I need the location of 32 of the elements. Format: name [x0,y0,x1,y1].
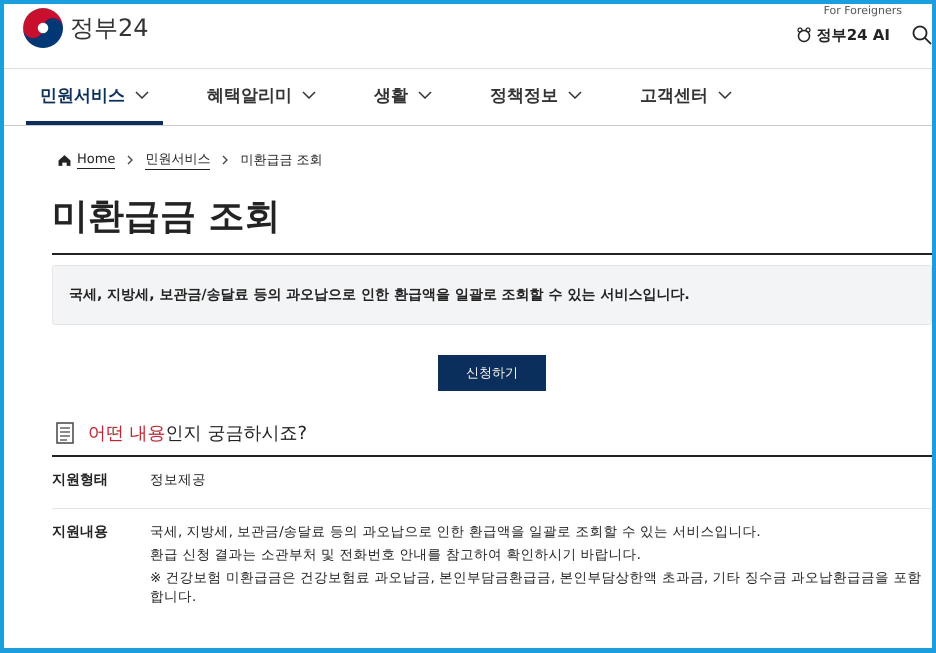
home-icon [58,154,71,166]
nav-tab[interactable]: 민원서비스 [26,69,163,125]
logo-text[interactable]: 정부24 [70,12,149,44]
page-title: 미환급금 조회 [52,192,932,255]
row-text: ※ 건강보험 미환급금은 건강보험료 과오납금, 본인부담금환급금, 본인부담상한액 초과금, 기타 징수금 과오납환급금을 포함합니다. [150,569,922,607]
row-label: 지원형태 [52,471,109,490]
row-text: 국세, 지방세, 보관금/송달료 등의 과오납으로 인한 환급액을 일괄로 조회할 수 있는 서비스입니다. [150,523,762,542]
row-text: 정보제공 [150,471,206,490]
chevron-down-icon [135,91,149,99]
chevron-down-icon [302,91,316,99]
foreigners-link[interactable]: For Foreigners [824,4,902,17]
emblem-icon [22,7,64,49]
chevron-down-icon [568,91,582,99]
chevron-right-icon [127,155,134,165]
apply-button[interactable]: 신청하기 [438,355,546,391]
search-icon[interactable] [912,25,932,45]
nav-tab[interactable]: 정책정보 [476,69,596,125]
nav-tab[interactable]: 고객센터 [626,69,746,125]
nav-tab[interactable]: 생활 [360,69,446,125]
chevron-down-icon [718,91,732,99]
chevron-down-icon [418,91,432,99]
document-icon [56,422,74,444]
breadcrumb-link[interactable]: Home [77,152,116,168]
breadcrumb-link[interactable]: 민원서비스 [145,150,210,170]
chevron-right-icon [222,155,228,165]
row-label: 지원내용 [52,523,109,542]
row-text: 환급 신청 결과는 소관부처 및 전화번호 안내를 참고하여 확인하시기 바랍니다. [150,546,642,565]
nav-tab[interactable]: 혜택알리미 [193,69,330,125]
ai-link[interactable]: 정부24 AI [796,26,890,44]
current-page-label: 미환급금 조회 [240,152,323,169]
summary-box: 국세, 지방세, 보관금/송달료 등의 과오납으로 인한 환급액을 일괄로 조회할 수 있는 서비스입니다. [52,265,932,325]
section-heading: 어떤 내용인지 궁금하시죠? [88,422,308,445]
